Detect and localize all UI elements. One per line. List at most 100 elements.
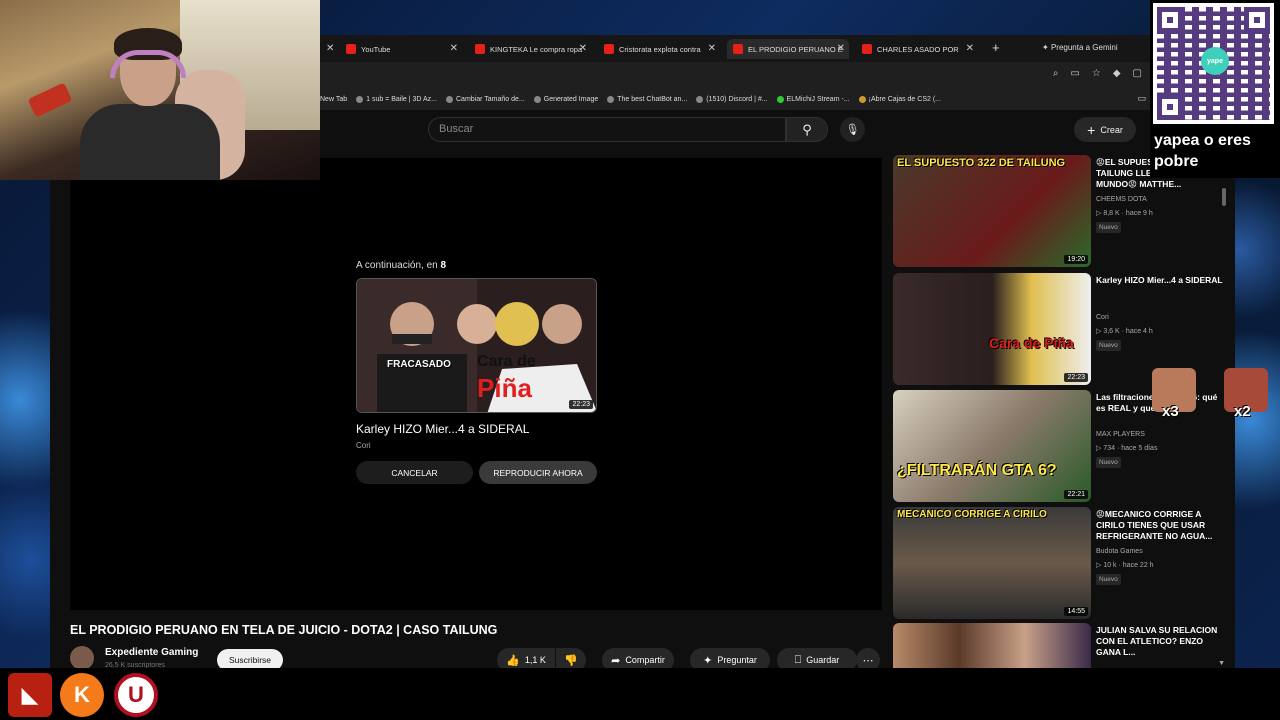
recommendation-thumbnail[interactable]: ¿FILTRARÁN GTA 6? 22:21 <box>893 390 1091 502</box>
recommendation-channel: CHEEMS DOTA <box>1096 196 1147 203</box>
recommendation-thumbnail[interactable]: MECANICO CORRIGE A CIRILO 14:55 <box>893 507 1091 619</box>
sidepanel-icon[interactable]: ▢ <box>1133 68 1142 79</box>
bookmark-icon <box>533 95 541 103</box>
recommendation-title[interactable]: 😡MECANICO CORRIGE A CIRILO TIENES QUE US… <box>1096 509 1228 542</box>
emote-count: x2 <box>1234 403 1251 420</box>
bookmark-icon <box>446 95 453 103</box>
new-badge: Nuevo <box>1096 222 1121 233</box>
tab-prodigio[interactable]: EL PRODIGIO PERUANO E ✕ <box>727 39 849 59</box>
video-player[interactable]: A continuación, en 8 FRACASADO Cara de P… <box>70 158 882 610</box>
bookmark-item[interactable]: Generated Image <box>533 95 598 103</box>
zoom-icon[interactable]: ⌕ <box>1053 68 1059 79</box>
qr-finder <box>1157 94 1183 120</box>
sparkle-icon: ✦ <box>703 654 713 667</box>
bookmark-icon <box>776 95 784 103</box>
recommendation-meta: ▷ 10 k · hace 22 h <box>1096 562 1154 569</box>
duration-badge: 22:23 <box>569 400 593 409</box>
bookmark-icon <box>356 95 364 103</box>
duration-badge: 14:55 <box>1064 607 1088 616</box>
like-count: 1,1 K <box>524 655 546 665</box>
bookmark-item[interactable]: Cambiar Tamaño de... <box>446 95 525 103</box>
tab-kingteka[interactable]: KINGTEKA Le compra ropa ✕ <box>469 39 591 59</box>
recommendation-item[interactable]: MECANICO CORRIGE A CIRILO 14:55 😡MECANIC… <box>893 507 1233 619</box>
bookmark-item[interactable]: ELMichiJ Stream -... <box>776 95 850 103</box>
bookmark-item[interactable]: ¡Abre Cajas de CS2 (... <box>858 95 941 103</box>
close-icon[interactable]: ✕ <box>326 43 334 54</box>
bookmark-icon: ⎕ <box>794 653 802 666</box>
gemini-button[interactable]: ✦ Pregunta a Gemini <box>1042 43 1118 52</box>
create-button[interactable]: + Crear <box>1074 117 1136 142</box>
close-icon[interactable]: ✕ <box>837 43 845 54</box>
play-now-button[interactable]: REPRODUCIR AHORA <box>479 461 597 484</box>
tab-label: KINGTEKA Le compra ropa <box>490 44 583 54</box>
bookmark-icon <box>696 95 704 103</box>
stream-bottom-bar <box>0 668 1280 720</box>
upnext-channel: Cori <box>356 441 371 450</box>
new-tab-button[interactable]: + <box>992 40 1000 55</box>
recommendation-channel: Budota Games <box>1096 548 1143 555</box>
search-icon: ⚲ <box>802 121 812 137</box>
video-title: EL PRODIGIO PERUANO EN TELA DE JUICIO - … <box>70 623 498 637</box>
tab-youtube[interactable]: YouTube ✕ <box>340 39 462 59</box>
webcam-body <box>80 104 220 180</box>
youtube-favicon-icon <box>475 44 485 54</box>
tab-charles[interactable]: CHARLES ASADO POR ✕ <box>856 39 978 59</box>
kick-logo-icon: K <box>60 673 104 717</box>
channel-name[interactable]: Expediente Gaming <box>105 647 198 658</box>
dota2-logo-icon: ◣ <box>8 673 52 717</box>
thumb-text: MECANICO CORRIGE A CIRILO <box>897 509 1047 520</box>
voice-search-button[interactable]: 🎙 <box>840 117 865 142</box>
yape-logo: yape <box>1201 47 1229 75</box>
star-icon[interactable]: ☆ <box>1092 68 1101 79</box>
tab-strip: ✕ YouTube ✕ KINGTEKA Le compra ropa ✕ Cr… <box>320 35 1150 62</box>
address-bar[interactable]: ⌕ ▭ ☆ ◆ ▢ <box>320 62 1150 88</box>
close-icon[interactable]: ✕ <box>579 43 587 54</box>
browser-window: ✕ YouTube ✕ KINGTEKA Le compra ropa ✕ Cr… <box>320 35 1150 110</box>
qr-code: yape <box>1153 3 1274 124</box>
recommendation-thumbnail[interactable]: Cara de Piña 22:23 <box>893 273 1091 385</box>
upnext-countdown: A continuación, en 8 <box>356 260 447 271</box>
recommendation-channel: Cori <box>1096 314 1109 321</box>
close-icon[interactable]: ✕ <box>450 43 458 54</box>
recommendation-meta: ▷ 734 · hace 5 días <box>1096 445 1158 452</box>
cast-icon[interactable]: ▭ <box>1070 68 1079 79</box>
scroll-down-icon[interactable]: ▼ <box>1218 660 1225 667</box>
bookmark-item[interactable]: New Tab <box>320 96 347 103</box>
tab-label: Cristorata explota contra <box>619 44 701 54</box>
thumb-text: EL SUPUESTO 322 DE TAILUNG <box>897 157 1066 169</box>
share-icon: ➦ <box>611 654 621 667</box>
thumb-text: FRACASADO <box>387 359 451 370</box>
bookmark-folder-icon[interactable]: ▭ <box>1137 93 1146 104</box>
address-bar-actions: ⌕ ▭ ☆ ◆ ▢ <box>1053 68 1142 79</box>
bookmark-item[interactable]: (1510) Discord | #... <box>696 95 768 103</box>
thumbs-up-icon: 👍 <box>506 654 520 667</box>
tab-cristorata[interactable]: Cristorata explota contra ✕ <box>598 39 720 59</box>
webcam-overlay <box>0 0 320 180</box>
create-label: Crear <box>1100 124 1123 135</box>
upnext-thumbnail[interactable]: FRACASADO Cara de Piña 22:23 <box>356 278 597 413</box>
bookmark-item[interactable]: 1 sub = Baile | 3D Az... <box>356 95 437 103</box>
recommendation-title[interactable]: JULIAN SALVA SU RELACION CON EL ATLETICO… <box>1096 625 1228 658</box>
mic-icon: 🎙 <box>845 124 860 136</box>
youtube-page: Buscar ⚲ 🎙 + Crear A continuación, en 8 <box>50 110 1235 675</box>
plus-icon: + <box>1087 121 1096 138</box>
youtube-favicon-icon <box>346 44 356 54</box>
search-input[interactable]: Buscar <box>428 117 786 142</box>
thumb-text: Piña <box>477 373 532 403</box>
donation-qr-panel: yape yapea o eres pobre <box>1150 0 1280 178</box>
recommendation-title[interactable]: Karley HIZO Mier...4 a SIDERAL <box>1096 275 1228 286</box>
avatar[interactable] <box>70 646 94 670</box>
thumbs-down-icon: 👎 <box>564 654 578 667</box>
duration-badge: 22:23 <box>1064 373 1088 382</box>
upnext-title[interactable]: Karley HIZO Mier...4 a SIDERAL <box>356 422 529 436</box>
scrollbar[interactable] <box>1222 188 1226 206</box>
microphone-icon <box>27 82 73 118</box>
youtube-favicon-icon <box>862 44 872 54</box>
bookmark-item[interactable]: The best ChatBot an... <box>607 95 687 103</box>
close-icon[interactable]: ✕ <box>966 43 974 54</box>
close-icon[interactable]: ✕ <box>708 43 716 54</box>
search-button[interactable]: ⚲ <box>786 117 828 142</box>
cancel-button[interactable]: CANCELAR <box>356 461 473 484</box>
recommendation-thumbnail[interactable]: EL SUPUESTO 322 DE TAILUNG 19:20 <box>893 155 1091 267</box>
extension-icon[interactable]: ◆ <box>1113 68 1121 79</box>
